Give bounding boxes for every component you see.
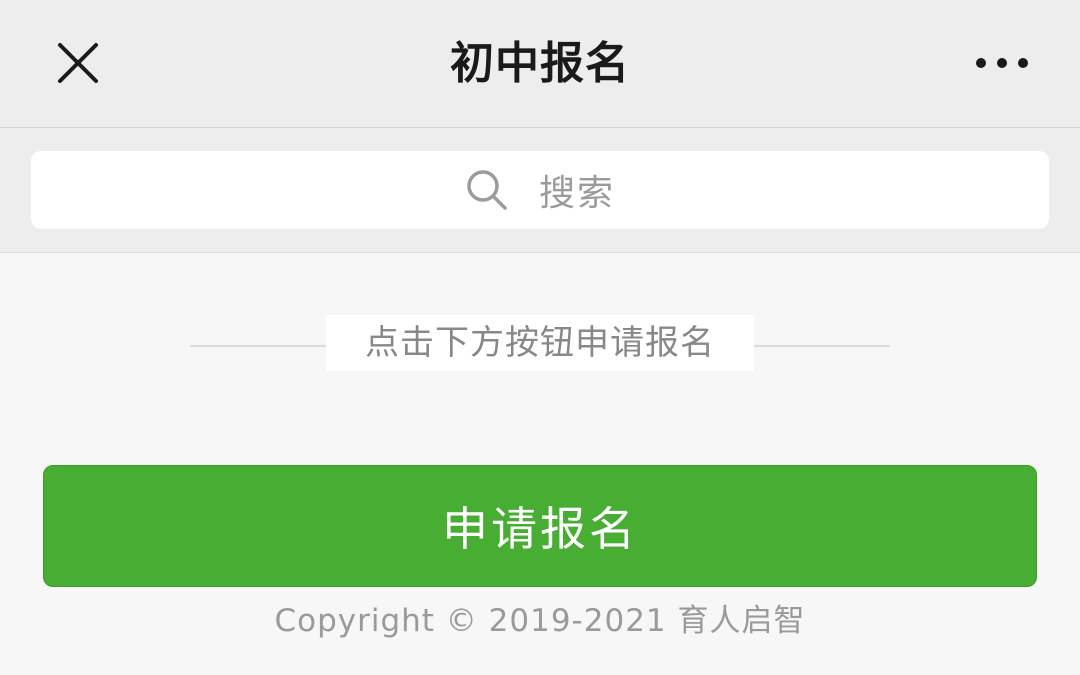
hint-text: 点击下方按钮申请报名 xyxy=(326,315,754,371)
top-navigation-bar: 初中报名 xyxy=(0,0,1080,128)
search-icon xyxy=(465,168,509,212)
search-placeholder: 搜索 xyxy=(538,173,615,214)
search-area: 搜索 xyxy=(0,128,1080,253)
more-horizontal-icon xyxy=(976,58,1028,68)
more-options-button[interactable] xyxy=(972,40,1032,86)
apply-button[interactable]: 申请报名 xyxy=(43,465,1037,587)
page-title: 初中报名 xyxy=(450,38,630,89)
search-input[interactable]: 搜索 xyxy=(31,151,1049,229)
copyright-text: Copyright © 2019-2021 育人启智 xyxy=(274,603,806,639)
hint-row: 点击下方按钮申请报名 xyxy=(190,315,890,371)
